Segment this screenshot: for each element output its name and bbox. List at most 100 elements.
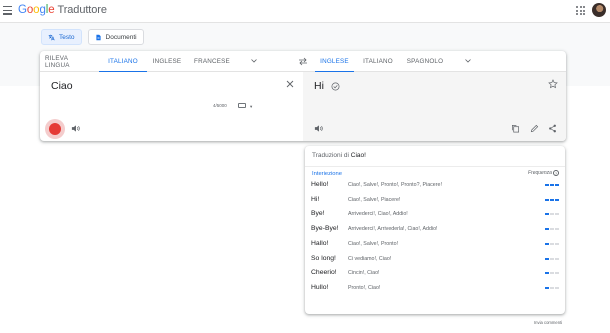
frequency-bar [555,184,559,186]
record-voice-button[interactable] [45,119,65,139]
source-text-input[interactable]: Ciao [51,80,73,92]
reverse-translations[interactable]: Pronto!, Ciao! [348,285,380,291]
translation-word[interactable]: Bye-Bye! [311,225,339,232]
frequency-meter [545,242,559,245]
frequency-bar [555,228,559,231]
apps-grid-icon[interactable] [576,6,585,15]
listen-translation-icon[interactable] [314,124,323,133]
divider [305,166,565,167]
frequency-meter [545,213,559,216]
translation-word[interactable]: Bye! [311,210,325,217]
dictionary-row: Cheerio! Cincin!, Ciao! [305,267,565,281]
mode-documents-button[interactable]: Documenti [87,29,144,45]
reverse-translations[interactable]: Ciao!, Salve!, Piacere! [348,197,400,203]
send-feedback-link[interactable]: Invia commenti [534,320,562,325]
edit-pencil-icon[interactable] [530,124,539,133]
frequency-bar [545,228,549,231]
frequency-meter [545,286,559,289]
frequency-bar [545,184,549,186]
frequency-meter [545,272,559,275]
translation-output: Hi [314,80,324,92]
avatar[interactable] [592,3,606,17]
mode-documents-label: Documenti [105,33,137,41]
frequency-bar [550,257,554,260]
tab-detect-language[interactable]: RILEVA LINGUA [45,51,94,72]
reverse-translations[interactable]: Arrivederci!, Ciao!, Addio! [348,211,408,217]
keyboard-chevron-icon[interactable]: ▾ [250,104,252,110]
translation-word[interactable]: Cheerio! [311,269,337,276]
translate-icon [48,34,55,40]
frequency-bar [555,272,559,275]
dictionary-row: Hi! Ciao!, Salve!, Piacere! [305,194,565,208]
frequency-bar [555,198,559,201]
dictionary-card: Traduzioni di Ciao! Interiezione Frequen… [305,146,565,314]
translation-word[interactable]: Hello! [311,181,328,188]
reverse-translations[interactable]: Cincin!, Ciao! [348,270,380,276]
listen-source-icon[interactable] [71,124,80,133]
dictionary-row: Bye-Bye! Arrivederci!, Arrivederla!, Ciao… [305,223,565,237]
language-bar: RILEVA LINGUA ITALIANO INGLESE FRANCESE … [40,51,566,72]
frequency-bar [545,213,549,216]
dictionary-title: Traduzioni di Ciao! [312,152,366,159]
dictionary-row: Hallo! Ciao!, Salve!, Pronto! [305,238,565,252]
frequency-bar [545,198,549,201]
translation-word[interactable]: So long! [311,255,336,262]
frequency-bar [545,242,549,245]
translation-card: RILEVA LINGUA ITALIANO INGLESE FRANCESE … [40,51,566,141]
chevron-down-icon[interactable] [251,59,257,63]
translation-word[interactable]: Hi! [311,196,319,203]
save-star-icon[interactable] [548,79,558,89]
frequency-meter [545,257,559,260]
frequency-meter [545,228,559,231]
top-bar: Google Traduttore [0,0,610,23]
swap-languages-icon[interactable] [298,57,308,66]
verified-check-icon [331,82,340,91]
help-icon[interactable]: ? [553,170,559,176]
frequency-bar [550,286,554,289]
tab-source-french[interactable]: FRANCESE [190,51,234,72]
tab-target-spanish[interactable]: SPAGNOLO [404,51,446,72]
frequency-bar [550,184,554,186]
dictionary-row: Hello! Ciao!, Salve!, Pronto!, Pronto?, P… [305,179,565,193]
reverse-translations[interactable]: Ciao!, Salve!, Pronto!, Pronto?, Piacere… [348,182,442,188]
frequency-bar [550,198,554,201]
dictionary-title-prefix: Traduzioni di [312,152,349,159]
mode-switcher: Testo Documenti [41,29,144,45]
target-panel: Hi [303,72,566,141]
hamburger-menu-icon[interactable] [3,6,12,15]
frequency-meter [545,184,559,186]
tab-target-english[interactable]: INGLESE [315,51,354,72]
frequency-bar [550,228,554,231]
reverse-translations[interactable]: Ci vediamo!, Ciao! [348,256,391,262]
share-icon[interactable] [548,124,557,133]
reverse-translations[interactable]: Arrivederci!, Arrivederla!, Ciao!, Addio… [348,226,438,232]
dictionary-row: Bye! Arrivederci!, Ciao!, Addio! [305,208,565,222]
dictionary-row: So long! Ci vediamo!, Ciao! [305,253,565,267]
copy-icon[interactable] [511,124,520,133]
frequency-label: Frequenza [528,170,552,176]
dictionary-title-word: Ciao! [350,152,366,159]
frequency-bar [550,272,554,275]
logo-letter: G [18,4,27,16]
logo-letter: e [48,4,55,16]
clear-text-icon[interactable] [286,80,294,88]
frequency-bar [545,257,549,260]
mode-text-button[interactable]: Testo [41,29,82,45]
tab-source-italian[interactable]: ITALIANO [99,51,147,72]
frequency-bar [550,242,554,245]
keyboard-icon[interactable] [238,103,246,108]
document-icon [95,34,101,40]
part-of-speech-label: Interiezione [312,171,342,177]
dictionary-row: Hullo! Pronto!, Ciao! [305,282,565,296]
reverse-translations[interactable]: Ciao!, Salve!, Pronto! [348,241,398,247]
frequency-bar [555,286,559,289]
chevron-down-icon[interactable] [465,59,471,63]
translation-word[interactable]: Hallo! [311,240,328,247]
character-count: 4/5000 [213,103,227,108]
frequency-bar [550,213,554,216]
translation-word[interactable]: Hullo! [311,284,328,291]
tab-source-english[interactable]: INGLESE [147,51,187,72]
frequency-bar [555,257,559,260]
tab-target-italian[interactable]: ITALIANO [358,51,398,72]
google-translate-logo[interactable]: Google Traduttore [18,4,107,16]
